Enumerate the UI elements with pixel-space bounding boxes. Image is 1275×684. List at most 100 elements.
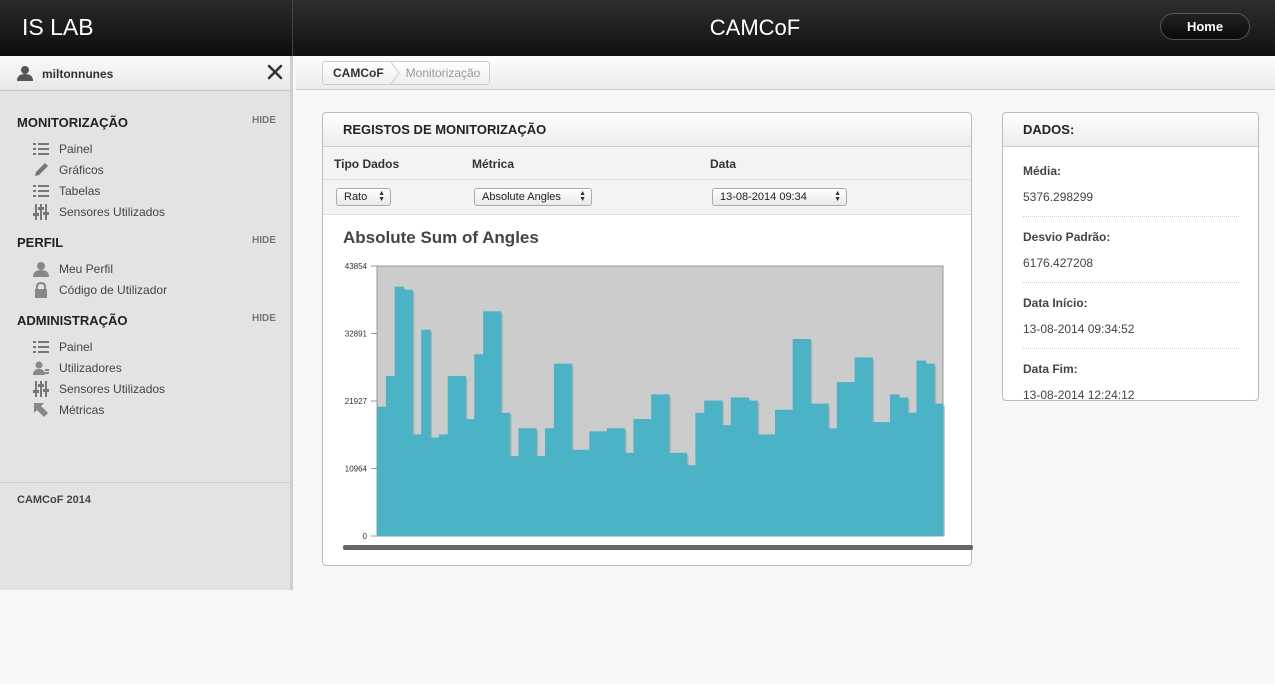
data-bar <box>438 434 449 536</box>
dados-divider <box>1023 216 1239 217</box>
sidebar-item-graficos[interactable]: Gráficos <box>33 161 104 179</box>
data-bar <box>509 455 520 536</box>
registos-panel: REGISTOS DE MONITORIZAÇÃO Tipo Dados Mét… <box>322 112 973 566</box>
top-navbar: IS LAB CAMCoF Home <box>0 0 1275 56</box>
hide-link-perfil[interactable]: HIDE <box>252 235 276 246</box>
sidebar-item-label: Sensores Utilizados <box>59 382 166 396</box>
sidebar: miltonnunes MONITORIZAÇÃO HIDE Painel Gr… <box>0 56 293 590</box>
data-bar <box>898 397 909 536</box>
data-select[interactable]: 13-08-2014 09:34 ▲ ▼ <box>712 188 847 206</box>
sidebar-item-painel[interactable]: Painel <box>33 140 92 158</box>
data-bar <box>642 419 652 536</box>
dados-panel-title: DADOS: <box>1003 113 1258 147</box>
sidebar-item-utilizadores[interactable]: Utilizadores <box>33 359 122 377</box>
sidebar-item-tabelas[interactable]: Tabelas <box>33 182 100 200</box>
sidebar-item-label: Painel <box>59 142 93 156</box>
breadcrumb-item-camcof[interactable]: CAMCoF <box>323 62 390 84</box>
data-bar <box>421 329 431 536</box>
sliders-icon <box>33 381 49 397</box>
sidebar-item-admin-painel[interactable]: Painel <box>33 338 92 356</box>
registos-panel-title: REGISTOS DE MONITORIZAÇÃO <box>323 113 971 147</box>
data-bar <box>730 397 741 536</box>
metrica-select[interactable]: Absolute Angles ▲ ▼ <box>474 188 592 206</box>
sidebar-item-codigo-utilizador[interactable]: Código de Utilizador <box>33 281 167 299</box>
sidebar-divider <box>0 482 290 483</box>
desvio-padrao-label: Desvio Padrão: <box>1023 230 1111 244</box>
y-tick-label: 0 <box>363 532 368 541</box>
data-bar <box>385 375 396 536</box>
data-bar <box>783 409 794 536</box>
filter-row: Rato ▲ ▼ Absolute Angles ▲ ▼ 13-08-2014 09… <box>323 180 971 215</box>
data-bar <box>810 403 820 536</box>
data-bar <box>801 338 811 536</box>
absolute-angles-chart: 43854 32891 21927 10964 0 <box>343 262 973 550</box>
tipo-dados-select[interactable]: Rato ▲ ▼ <box>336 188 391 206</box>
sidebar-item-label: Sensores Utilizados <box>59 205 166 219</box>
media-value: 5376.298299 <box>1023 190 1094 204</box>
cursor-icon <box>34 403 48 417</box>
data-bar <box>845 382 856 536</box>
header-tipo-dados: Tipo Dados <box>334 157 400 171</box>
data-bar <box>580 449 590 536</box>
header-metrica: Métrica <box>472 157 515 171</box>
data-bar <box>545 428 555 536</box>
data-value: 13-08-2014 09:34 <box>720 191 807 203</box>
data-bar <box>651 394 661 536</box>
data-bar <box>456 375 467 536</box>
data-bar <box>907 412 918 536</box>
media-label: Média: <box>1023 164 1062 178</box>
data-bar <box>518 428 528 536</box>
data-bar <box>571 449 582 536</box>
data-bar <box>491 311 502 536</box>
breadcrumb-separator-icon <box>390 62 400 84</box>
data-bar <box>668 452 679 536</box>
home-button[interactable]: Home <box>1160 13 1250 40</box>
user-icon <box>17 66 33 81</box>
sidebar-item-admin-sensores[interactable]: Sensores Utilizados <box>33 380 165 398</box>
sidebar-item-label: Utilizadores <box>59 361 122 375</box>
section-title-perfil: PERFIL <box>17 235 64 250</box>
sidebar-item-meu-perfil[interactable]: Meu Perfil <box>33 260 113 278</box>
data-bar <box>615 428 626 536</box>
app-title: CAMCoF <box>709 15 801 40</box>
list-icon <box>33 143 49 155</box>
hide-link-monitorizacao[interactable]: HIDE <box>252 115 276 126</box>
data-fim-label: Data Fim: <box>1023 362 1078 376</box>
data-bar <box>766 434 776 536</box>
breadcrumb-item-monitorizacao: Monitorização <box>405 66 481 80</box>
data-bar <box>553 363 564 536</box>
hide-link-administracao[interactable]: HIDE <box>252 313 276 324</box>
y-tick-label: 43854 <box>345 262 368 271</box>
select-arrows-icon: ▲ ▼ <box>834 190 841 203</box>
chart-scrollbar <box>343 545 973 550</box>
data-bar <box>819 403 829 536</box>
data-bar <box>854 357 865 536</box>
brand-logo-text[interactable]: IS LAB <box>22 14 94 41</box>
sidebar-item-sensores-utilizados[interactable]: Sensores Utilizados <box>33 203 165 221</box>
data-bar <box>589 431 599 536</box>
y-tick-label: 10964 <box>345 465 368 474</box>
data-bar <box>863 357 873 536</box>
data-bar <box>430 437 440 536</box>
data-bar <box>695 412 705 536</box>
data-bar <box>412 434 422 536</box>
sidebar-item-label: Meu Perfil <box>59 262 114 276</box>
data-bar <box>633 419 643 536</box>
sidebar-footer: CAMCoF 2014 <box>17 494 91 506</box>
brand-area: IS LAB <box>0 0 293 56</box>
data-bar <box>677 452 688 536</box>
data-bar <box>774 409 785 536</box>
breadcrumb-bar: CAMCoF Monitorização <box>296 56 1275 90</box>
sidebar-item-label: Tabelas <box>59 184 101 198</box>
data-bar <box>916 360 926 536</box>
sidebar-item-label: Painel <box>59 340 93 354</box>
breadcrumb: CAMCoF Monitorização <box>322 61 491 85</box>
sidebar-item-metricas[interactable]: Métricas <box>33 401 104 419</box>
data-bar <box>598 431 608 536</box>
data-bar <box>792 338 803 536</box>
data-bar <box>527 428 537 536</box>
data-bar <box>403 289 413 536</box>
close-icon[interactable] <box>266 63 284 81</box>
select-arrows-icon: ▲ ▼ <box>378 190 385 203</box>
sidebar-item-label: Métricas <box>59 403 105 417</box>
